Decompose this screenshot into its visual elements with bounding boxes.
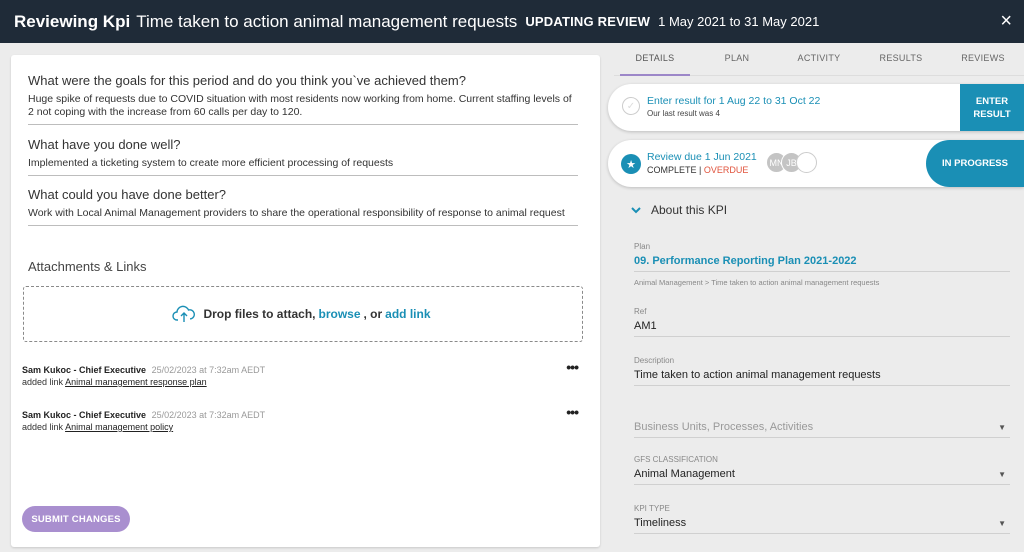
ref-label: Ref	[634, 307, 647, 316]
review-form: What were the goals for this period and …	[11, 55, 600, 547]
description-field[interactable]: Description Time taken to action animal …	[634, 356, 1010, 386]
submit-changes-button[interactable]: SUBMIT CHANGES	[22, 506, 130, 532]
reviewer-avatars: MN JB	[766, 152, 817, 173]
answer-text[interactable]: Work with Local Animal Management provid…	[28, 207, 578, 225]
result-due-text: Enter result for 1 Aug 22 to 31 Oct 22	[647, 95, 821, 107]
more-options-icon[interactable]: •••	[566, 405, 579, 419]
attachment-link[interactable]: Animal management response plan	[65, 377, 207, 387]
modal-header: Reviewing Kpi Time taken to action anima…	[0, 0, 1024, 43]
gfs-dropdown[interactable]: Animal Management ▼	[634, 468, 1010, 485]
in-progress-button[interactable]: IN PROGRESS	[926, 140, 1024, 187]
review-card[interactable]: ★ Review due 1 Jun 2021 COMPLETE | OVERD…	[608, 140, 1024, 187]
status-separator: |	[696, 165, 704, 175]
ref-field[interactable]: Ref AM1	[634, 307, 1010, 337]
ref-value[interactable]: AM1	[634, 320, 1010, 337]
chevron-down-icon	[631, 206, 641, 213]
review-due-text: Review due 1 Jun 2021	[647, 151, 757, 163]
kpi-type-dropdown[interactable]: Timeliness ▼	[634, 517, 1010, 534]
about-kpi-toggle[interactable]: About this KPI	[631, 203, 727, 217]
attachment-link[interactable]: Animal management policy	[65, 422, 173, 432]
caret-down-icon: ▼	[998, 469, 1006, 479]
business-units-dropdown[interactable]: Business Units, Processes, Activities ▼	[634, 421, 1010, 438]
avatar-image-icon[interactable]	[796, 152, 817, 173]
review-status-text: COMPLETE | OVERDUE	[647, 165, 748, 175]
tab-results[interactable]: RESULTS	[860, 43, 942, 75]
kpi-name: Time taken to action animal management r…	[136, 11, 518, 31]
comment-time: 25/02/2023 at 7:32am AEDT	[151, 365, 266, 375]
answer-text[interactable]: Implemented a ticketing system to create…	[28, 157, 578, 175]
comment-action: added link	[22, 377, 64, 387]
question-label: What have you done well?	[28, 137, 181, 152]
question-label: What could you have done better?	[28, 187, 227, 202]
kpi-type-field[interactable]: KPI TYPE Timeliness ▼	[634, 504, 1010, 534]
tab-details[interactable]: DETAILS	[614, 43, 696, 76]
review-status: UPDATING REVIEW	[525, 14, 651, 29]
gfs-label: GFS CLASSIFICATION	[634, 455, 718, 464]
question-done-well[interactable]: What have you done well? Implemented a t…	[28, 137, 578, 176]
activity-item: Sam Kukoc - Chief Executive 25/02/2023 a…	[22, 360, 592, 388]
business-units-select[interactable]: Business Units, Processes, Activities ▼	[634, 417, 1010, 438]
about-title: About this KPI	[651, 203, 728, 217]
question-label: What were the goals for this period and …	[28, 73, 466, 88]
kpi-type-label: KPI TYPE	[634, 504, 670, 513]
dropzone-or: , or	[363, 307, 383, 321]
dropzone-text: Drop files to attach,	[203, 307, 316, 321]
business-units-placeholder: Business Units, Processes, Activities	[634, 421, 814, 433]
star-badge-icon: ★	[621, 154, 641, 174]
cloud-upload-icon	[172, 305, 196, 322]
description-value[interactable]: Time taken to action animal management r…	[634, 369, 1010, 386]
gfs-value: Animal Management	[634, 468, 735, 480]
last-result-text: Our last result was 4	[647, 109, 720, 118]
kpi-breadcrumb: Animal Management > Time taken to action…	[634, 278, 880, 287]
complete-label: COMPLETE	[647, 165, 697, 175]
tab-plan[interactable]: PLAN	[696, 43, 778, 75]
check-circle-icon: ✓	[622, 97, 640, 115]
result-card[interactable]: ✓ Enter result for 1 Aug 22 to 31 Oct 22…	[608, 84, 1024, 131]
tab-reviews[interactable]: REVIEWS	[942, 43, 1024, 75]
comment-author: Sam Kukoc - Chief Executive	[22, 410, 147, 420]
overdue-label: OVERDUE	[703, 165, 749, 175]
plan-link[interactable]: 09. Performance Reporting Plan 2021-2022	[634, 255, 1010, 272]
comment-action: added link	[22, 422, 64, 432]
close-icon[interactable]: ×	[1000, 9, 1012, 33]
question-done-better[interactable]: What could you have done better? Work wi…	[28, 187, 578, 226]
attachments-title: Attachments & Links	[28, 259, 147, 274]
gfs-classification-field[interactable]: GFS CLASSIFICATION Animal Management ▼	[634, 455, 1010, 485]
enter-result-button[interactable]: ENTER RESULT	[960, 84, 1024, 131]
browse-link[interactable]: browse	[318, 307, 360, 321]
plan-label: Plan	[634, 242, 651, 251]
kpi-type-value: Timeliness	[634, 517, 687, 529]
comment-time: 25/02/2023 at 7:32am AEDT	[151, 410, 266, 420]
comment-author: Sam Kukoc - Chief Executive	[22, 365, 147, 375]
modal-title: Reviewing Kpi	[14, 11, 131, 31]
question-goals[interactable]: What were the goals for this period and …	[28, 73, 578, 125]
file-dropzone[interactable]: Drop files to attach, browse, or add lin…	[23, 286, 583, 342]
caret-down-icon: ▼	[998, 518, 1006, 528]
tab-activity[interactable]: ACTIVITY	[778, 43, 860, 75]
review-period: 1 May 2021 to 31 May 2021	[658, 14, 820, 29]
caret-down-icon: ▼	[998, 422, 1006, 432]
add-link-link[interactable]: add link	[385, 307, 430, 321]
activity-item: Sam Kukoc - Chief Executive 25/02/2023 a…	[22, 405, 592, 433]
kpi-sidebar: DETAILS PLAN ACTIVITY RESULTS REVIEWS ✓ …	[608, 43, 1024, 552]
description-label: Description	[634, 356, 675, 365]
more-options-icon[interactable]: •••	[566, 360, 579, 374]
plan-field: Plan 09. Performance Reporting Plan 2021…	[634, 242, 1010, 287]
sidebar-tabs: DETAILS PLAN ACTIVITY RESULTS REVIEWS	[614, 43, 1024, 76]
answer-text[interactable]: Huge spike of requests due to COVID situ…	[28, 93, 578, 124]
